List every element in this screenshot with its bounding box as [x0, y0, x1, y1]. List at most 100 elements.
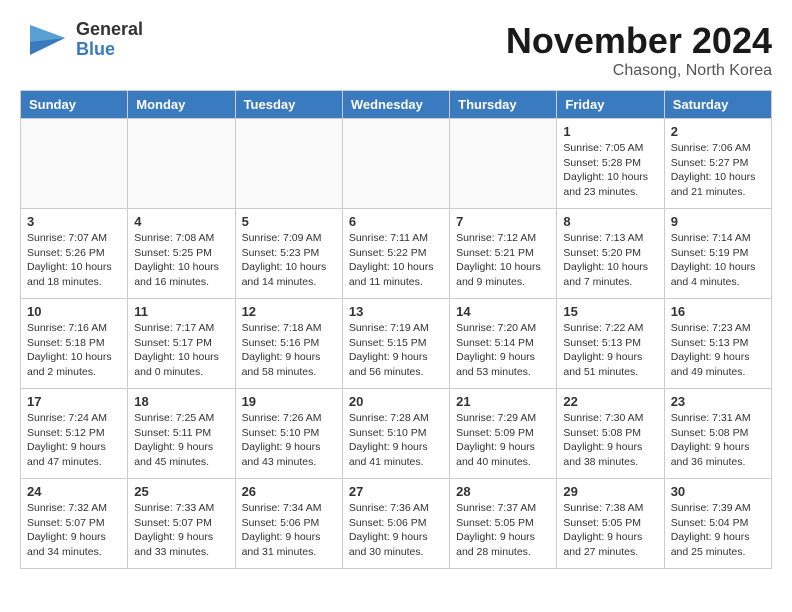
calendar-cell: 15 Sunrise: 7:22 AM Sunset: 5:13 PM Dayli…	[557, 299, 664, 389]
month-title: November 2024	[506, 20, 772, 62]
day-number: 15	[563, 304, 657, 319]
day-info: Sunrise: 7:39 AM Sunset: 5:04 PM Dayligh…	[671, 501, 765, 560]
calendar-cell: 1 Sunrise: 7:05 AM Sunset: 5:28 PM Daylig…	[557, 119, 664, 209]
day-number: 1	[563, 124, 657, 139]
day-number: 29	[563, 484, 657, 499]
day-number: 30	[671, 484, 765, 499]
day-number: 19	[242, 394, 336, 409]
day-number: 18	[134, 394, 228, 409]
calendar-cell: 11Sunrise: 7:17 AM Sunset: 5:17 PM Dayli…	[128, 299, 235, 389]
day-info: Sunrise: 7:29 AM Sunset: 5:09 PM Dayligh…	[456, 411, 550, 470]
day-number: 16	[671, 304, 765, 319]
day-info: Sunrise: 7:12 AM Sunset: 5:21 PM Dayligh…	[456, 231, 550, 290]
day-number: 27	[349, 484, 443, 499]
calendar-cell: 29 Sunrise: 7:38 AM Sunset: 5:05 PM Dayli…	[557, 479, 664, 569]
day-number: 6	[349, 214, 443, 229]
day-info: Sunrise: 7:13 AM Sunset: 5:20 PM Dayligh…	[563, 231, 657, 290]
calendar-cell: 8 Sunrise: 7:13 AM Sunset: 5:20 PM Daylig…	[557, 209, 664, 299]
calendar-cell: 27 Sunrise: 7:36 AM Sunset: 5:06 PM Dayli…	[342, 479, 449, 569]
calendar-cell	[235, 119, 342, 209]
day-number: 22	[563, 394, 657, 409]
day-info: Sunrise: 7:24 AM Sunset: 5:12 PM Dayligh…	[27, 411, 121, 470]
weekday-header: Tuesday	[235, 91, 342, 119]
day-info: Sunrise: 7:33 AM Sunset: 5:07 PM Dayligh…	[134, 501, 228, 560]
calendar-cell	[128, 119, 235, 209]
day-info: Sunrise: 7:11 AM Sunset: 5:22 PM Dayligh…	[349, 231, 443, 290]
day-info: Sunrise: 7:19 AM Sunset: 5:15 PM Dayligh…	[349, 321, 443, 380]
day-info: Sunrise: 7:30 AM Sunset: 5:08 PM Dayligh…	[563, 411, 657, 470]
weekday-header: Thursday	[450, 91, 557, 119]
day-number: 24	[27, 484, 121, 499]
calendar-cell: 21 Sunrise: 7:29 AM Sunset: 5:09 PM Dayli…	[450, 389, 557, 479]
weekday-header: Monday	[128, 91, 235, 119]
day-number: 9	[671, 214, 765, 229]
day-info: Sunrise: 7:37 AM Sunset: 5:05 PM Dayligh…	[456, 501, 550, 560]
logo-icon	[20, 20, 72, 60]
title-area: November 2024 Chasong, North Korea	[506, 20, 772, 80]
calendar-cell: 13Sunrise: 7:19 AM Sunset: 5:15 PM Dayli…	[342, 299, 449, 389]
calendar-cell: 5 Sunrise: 7:09 AM Sunset: 5:23 PM Daylig…	[235, 209, 342, 299]
day-info: Sunrise: 7:38 AM Sunset: 5:05 PM Dayligh…	[563, 501, 657, 560]
day-number: 12	[242, 304, 336, 319]
calendar-cell: 30 Sunrise: 7:39 AM Sunset: 5:04 PM Dayli…	[664, 479, 771, 569]
day-info: Sunrise: 7:25 AM Sunset: 5:11 PM Dayligh…	[134, 411, 228, 470]
day-number: 26	[242, 484, 336, 499]
day-number: 17	[27, 394, 121, 409]
weekday-header: Saturday	[664, 91, 771, 119]
calendar-cell: 7Sunrise: 7:12 AM Sunset: 5:21 PM Daylig…	[450, 209, 557, 299]
day-info: Sunrise: 7:36 AM Sunset: 5:06 PM Dayligh…	[349, 501, 443, 560]
logo-blue: Blue	[76, 40, 143, 60]
logo-text: General Blue	[76, 20, 143, 60]
day-info: Sunrise: 7:22 AM Sunset: 5:13 PM Dayligh…	[563, 321, 657, 380]
day-info: Sunrise: 7:18 AM Sunset: 5:16 PM Dayligh…	[242, 321, 336, 380]
calendar-cell: 24 Sunrise: 7:32 AM Sunset: 5:07 PM Dayli…	[21, 479, 128, 569]
calendar-cell: 10Sunrise: 7:16 AM Sunset: 5:18 PM Dayli…	[21, 299, 128, 389]
day-number: 8	[563, 214, 657, 229]
logo-general: General	[76, 20, 143, 40]
calendar-cell: 18 Sunrise: 7:25 AM Sunset: 5:11 PM Dayli…	[128, 389, 235, 479]
calendar-cell: 2 Sunrise: 7:06 AM Sunset: 5:27 PM Daylig…	[664, 119, 771, 209]
calendar-cell: 16Sunrise: 7:23 AM Sunset: 5:13 PM Dayli…	[664, 299, 771, 389]
day-info: Sunrise: 7:07 AM Sunset: 5:26 PM Dayligh…	[27, 231, 121, 290]
day-info: Sunrise: 7:28 AM Sunset: 5:10 PM Dayligh…	[349, 411, 443, 470]
calendar-week-row: 3 Sunrise: 7:07 AM Sunset: 5:26 PM Daylig…	[21, 209, 772, 299]
weekday-header: Friday	[557, 91, 664, 119]
day-number: 2	[671, 124, 765, 139]
calendar-cell: 22 Sunrise: 7:30 AM Sunset: 5:08 PM Dayli…	[557, 389, 664, 479]
day-number: 3	[27, 214, 121, 229]
calendar-cell: 20Sunrise: 7:28 AM Sunset: 5:10 PM Dayli…	[342, 389, 449, 479]
calendar-header-row: SundayMondayTuesdayWednesdayThursdayFrid…	[21, 91, 772, 119]
weekday-header: Wednesday	[342, 91, 449, 119]
day-number: 4	[134, 214, 228, 229]
calendar-cell: 12 Sunrise: 7:18 AM Sunset: 5:16 PM Dayli…	[235, 299, 342, 389]
calendar-cell: 19Sunrise: 7:26 AM Sunset: 5:10 PM Dayli…	[235, 389, 342, 479]
day-number: 21	[456, 394, 550, 409]
day-info: Sunrise: 7:09 AM Sunset: 5:23 PM Dayligh…	[242, 231, 336, 290]
day-info: Sunrise: 7:08 AM Sunset: 5:25 PM Dayligh…	[134, 231, 228, 290]
calendar-cell: 3 Sunrise: 7:07 AM Sunset: 5:26 PM Daylig…	[21, 209, 128, 299]
day-info: Sunrise: 7:05 AM Sunset: 5:28 PM Dayligh…	[563, 141, 657, 200]
calendar-cell	[21, 119, 128, 209]
calendar-cell: 9 Sunrise: 7:14 AM Sunset: 5:19 PM Daylig…	[664, 209, 771, 299]
calendar-cell	[342, 119, 449, 209]
day-number: 5	[242, 214, 336, 229]
day-info: Sunrise: 7:06 AM Sunset: 5:27 PM Dayligh…	[671, 141, 765, 200]
day-info: Sunrise: 7:20 AM Sunset: 5:14 PM Dayligh…	[456, 321, 550, 380]
calendar-week-row: 17 Sunrise: 7:24 AM Sunset: 5:12 PM Dayli…	[21, 389, 772, 479]
calendar-cell: 14Sunrise: 7:20 AM Sunset: 5:14 PM Dayli…	[450, 299, 557, 389]
calendar-cell: 6 Sunrise: 7:11 AM Sunset: 5:22 PM Daylig…	[342, 209, 449, 299]
calendar-cell: 23Sunrise: 7:31 AM Sunset: 5:08 PM Dayli…	[664, 389, 771, 479]
weekday-header: Sunday	[21, 91, 128, 119]
day-info: Sunrise: 7:16 AM Sunset: 5:18 PM Dayligh…	[27, 321, 121, 380]
day-number: 28	[456, 484, 550, 499]
location-title: Chasong, North Korea	[506, 62, 772, 80]
day-info: Sunrise: 7:14 AM Sunset: 5:19 PM Dayligh…	[671, 231, 765, 290]
calendar-cell: 4 Sunrise: 7:08 AM Sunset: 5:25 PM Daylig…	[128, 209, 235, 299]
day-info: Sunrise: 7:32 AM Sunset: 5:07 PM Dayligh…	[27, 501, 121, 560]
calendar-table: SundayMondayTuesdayWednesdayThursdayFrid…	[20, 90, 772, 569]
calendar-cell	[450, 119, 557, 209]
day-info: Sunrise: 7:34 AM Sunset: 5:06 PM Dayligh…	[242, 501, 336, 560]
calendar-cell: 26 Sunrise: 7:34 AM Sunset: 5:06 PM Dayli…	[235, 479, 342, 569]
day-number: 25	[134, 484, 228, 499]
page-header: General Blue November 2024 Chasong, Nort…	[20, 20, 772, 80]
